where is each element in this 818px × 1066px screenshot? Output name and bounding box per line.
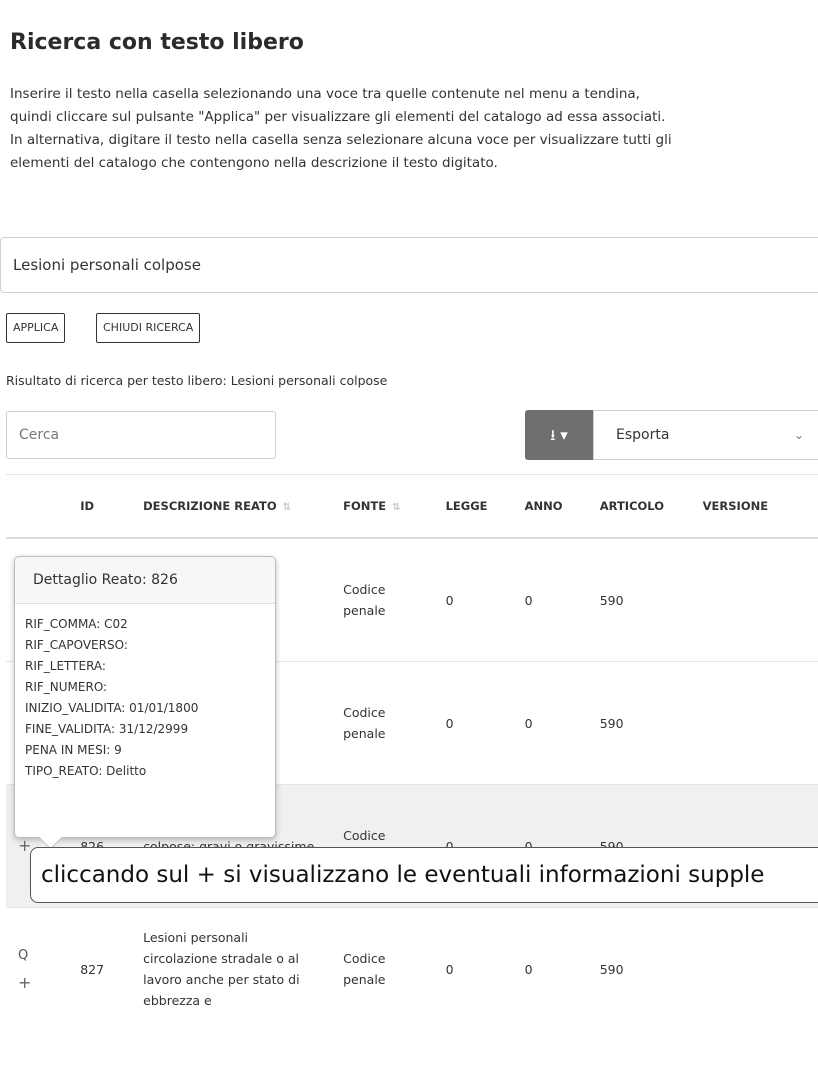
download-icon: ⭳ ▾ bbox=[550, 426, 568, 444]
cell-anno: 0 bbox=[512, 537, 588, 662]
col-header-versione[interactable]: VERSIONE bbox=[690, 474, 818, 539]
col-header-id[interactable]: ID bbox=[68, 474, 132, 539]
popover-body: RIF_COMMA: C02 RIF_CAPOVERSO: RIF_LETTER… bbox=[15, 604, 275, 782]
expand-row-icon[interactable]: + bbox=[18, 972, 31, 993]
page-title: Ricerca con testo libero bbox=[10, 30, 304, 55]
search-result-label: Risultato di ricerca per testo libero: L… bbox=[6, 373, 388, 388]
cell-legge: 0 bbox=[433, 661, 513, 785]
cell-anno: 0 bbox=[512, 661, 588, 785]
detail-line: FINE_VALIDITA: 31/12/2999 bbox=[25, 722, 189, 736]
cell-versione bbox=[690, 537, 818, 662]
detail-line: RIF_NUMERO: bbox=[25, 680, 108, 694]
cell-versione bbox=[690, 907, 818, 1030]
export-label: Esporta bbox=[616, 427, 670, 443]
col-header-descrizione[interactable]: DESCRIZIONE REATO ⇅ bbox=[131, 474, 332, 539]
cell-legge: 0 bbox=[433, 537, 513, 662]
table-header-row: ID DESCRIZIONE REATO ⇅ FONTE ⇅ LEGGE ANNO … bbox=[6, 474, 818, 539]
col-header-legge[interactable]: LEGGE bbox=[433, 474, 513, 539]
export-select[interactable]: Esporta ⌄ bbox=[593, 410, 818, 460]
intro-line: In alternativa, digitare il testo nella … bbox=[10, 132, 672, 148]
cell-fonte: Codice penale bbox=[331, 537, 434, 662]
cell-fonte: Codice penale bbox=[331, 907, 434, 1030]
cell-articolo: 590 bbox=[587, 907, 691, 1030]
chevron-down-icon: ⌄ bbox=[793, 428, 804, 442]
detail-line: RIF_CAPOVERSO: bbox=[25, 638, 128, 652]
table-filter-input[interactable]: Cerca bbox=[6, 411, 276, 459]
col-header-control bbox=[6, 474, 69, 539]
cell-articolo: 590 bbox=[587, 537, 691, 662]
cell-fonte: Codice penale bbox=[331, 661, 434, 785]
row-control-cell: Q + bbox=[6, 907, 69, 1030]
intro-line: elementi del catalogo che contengono nel… bbox=[10, 155, 498, 171]
crime-detail-popover: Dettaglio Reato: 826 RIF_COMMA: C02 RIF_… bbox=[14, 556, 276, 850]
detail-line: RIF_LETTERA: bbox=[25, 659, 106, 673]
download-dropdown-button[interactable]: ⭳ ▾ bbox=[525, 410, 593, 460]
intro-line: Inserire il testo nella casella selezion… bbox=[10, 86, 640, 102]
col-header-fonte[interactable]: FONTE ⇅ bbox=[331, 474, 434, 539]
apply-button[interactable]: APPLICA bbox=[6, 313, 66, 343]
col-header-articolo[interactable]: ARTICOLO bbox=[587, 474, 691, 539]
detail-line: PENA IN MESI: 9 bbox=[25, 743, 122, 757]
detail-line: INIZIO_VALIDITA: 01/01/1800 bbox=[25, 701, 199, 715]
cell-versione bbox=[690, 661, 818, 785]
popover-title: Dettaglio Reato: 826 bbox=[15, 557, 275, 604]
cell-id: 827 bbox=[68, 907, 132, 1030]
help-callout: cliccando sul + si visualizzano le event… bbox=[30, 847, 818, 903]
detail-line: TIPO_REATO: Delitto bbox=[25, 764, 147, 778]
intro-text: Inserire il testo nella casella selezion… bbox=[10, 83, 810, 175]
cell-descrizione: Lesioni personali circolazione stradale … bbox=[131, 907, 332, 1030]
magnifier-icon[interactable]: Q bbox=[18, 945, 56, 966]
close-search-button[interactable]: CHIUDI RICERCA bbox=[96, 313, 201, 343]
free-text-search-input[interactable]: Lesioni personali colpose bbox=[0, 237, 818, 293]
cell-legge: 0 bbox=[433, 907, 513, 1030]
sort-icon: ⇅ bbox=[392, 502, 401, 513]
cell-articolo: 590 bbox=[587, 661, 691, 785]
table-row: Q + 827 Lesioni personali circolazione s… bbox=[6, 907, 818, 1030]
cell-anno: 0 bbox=[512, 907, 588, 1030]
sort-icon: ⇅ bbox=[282, 502, 292, 513]
intro-line: quindi cliccare sul pulsante "Applica" p… bbox=[10, 109, 666, 125]
col-header-anno[interactable]: ANNO bbox=[512, 474, 588, 539]
detail-line: RIF_COMMA: C02 bbox=[25, 617, 128, 631]
